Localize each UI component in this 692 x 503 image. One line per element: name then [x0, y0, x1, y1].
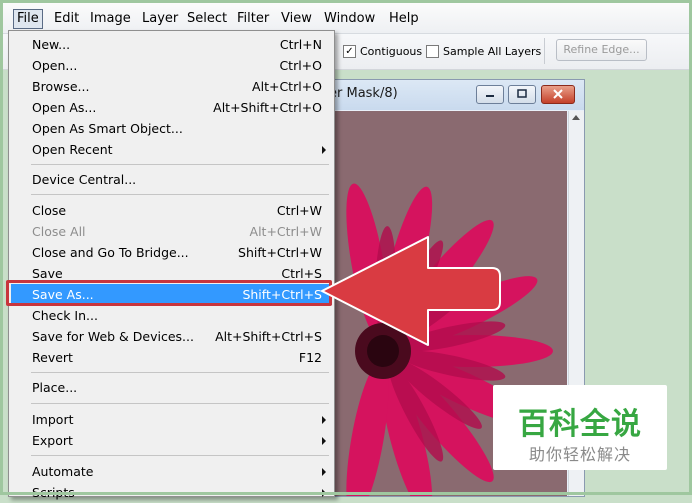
watermark-logo: 百科全说 助你轻松解决	[493, 385, 667, 470]
watermark-subtitle: 助你轻松解决	[528, 445, 631, 464]
watermark-title: 百科全说	[518, 407, 642, 442]
